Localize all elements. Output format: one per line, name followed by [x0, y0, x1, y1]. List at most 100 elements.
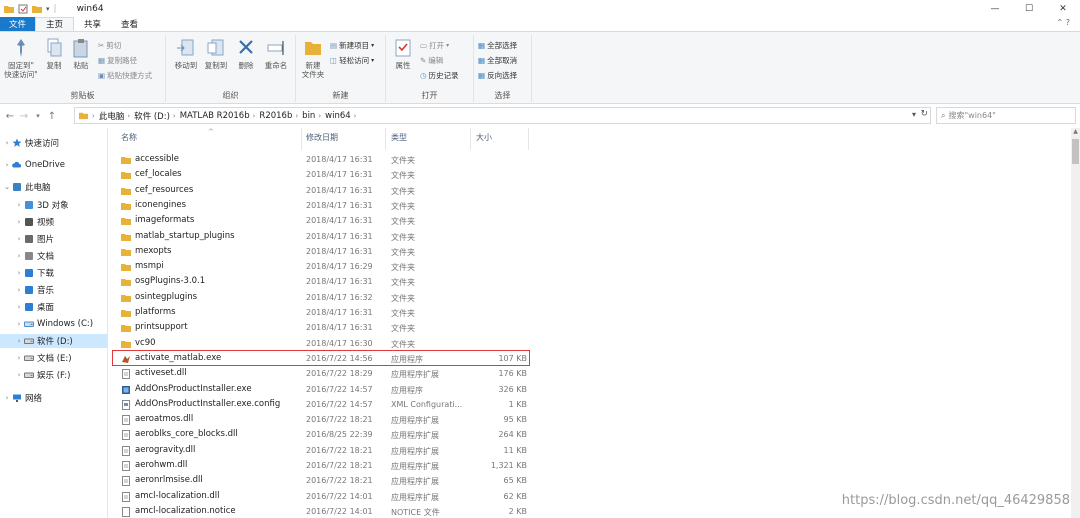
select-all-button[interactable]: ▦ 全部选择	[478, 40, 517, 51]
file-row[interactable]: AddOnsProductInstaller.exe.config 2016/7/…	[119, 398, 539, 412]
edit-button[interactable]: ✎ 编辑	[420, 55, 443, 66]
ribbon-collapse-icon[interactable]: ⌃ ?	[1057, 18, 1071, 27]
file-row[interactable]: osgPlugins-3.0.1 2018/4/17 16:31 文件夹	[119, 275, 539, 289]
nav-item[interactable]: › 下载	[0, 266, 54, 280]
breadcrumb-drive-d[interactable]: 软件 (D:)	[134, 110, 170, 122]
file-row[interactable]: vc90 2018/4/17 16:30 文件夹	[119, 337, 539, 351]
chevron-right-icon[interactable]: ›	[14, 371, 24, 379]
vertical-scrollbar[interactable]: ▲	[1071, 128, 1080, 518]
file-row[interactable]: msmpi 2018/4/17 16:29 文件夹	[119, 260, 539, 274]
nav-item[interactable]: › 软件 (D:)	[0, 334, 107, 348]
chevron-right-icon[interactable]: ›	[14, 286, 24, 294]
file-row[interactable]: aeronrlmsise.dll 2016/7/22 18:21 应用程序扩展 65 …	[119, 474, 539, 488]
new-folder-button[interactable]: 新建 文件夹	[298, 37, 328, 79]
nav-item[interactable]: › 音乐	[0, 283, 54, 297]
chevron-right-icon[interactable]: ›	[14, 235, 24, 243]
column-divider[interactable]	[470, 128, 471, 150]
file-row[interactable]: cef_resources 2018/4/17 16:31 文件夹	[119, 184, 539, 198]
file-row[interactable]: amcl-localization.notice 2016/7/22 14:01 N…	[119, 505, 539, 518]
cut-button[interactable]: ✂ 剪切	[98, 40, 121, 51]
select-none-button[interactable]: ▦ 全部取消	[478, 55, 517, 66]
file-row[interactable]: imageformats 2018/4/17 16:31 文件夹	[119, 214, 539, 228]
scrollbar-thumb[interactable]	[1072, 139, 1079, 164]
chevron-down-icon[interactable]: ⌄	[2, 183, 12, 191]
chevron-right-icon[interactable]: ›	[14, 303, 24, 311]
breadcrumb-matlab[interactable]: MATLAB R2016b	[180, 111, 250, 121]
minimize-button[interactable]: —	[978, 0, 1012, 17]
chevron-right-icon[interactable]: ›	[14, 252, 24, 260]
up-arrow-icon[interactable]: ↑	[45, 111, 59, 122]
easy-access-button[interactable]: ◫ 轻松访问 ▾	[330, 55, 374, 66]
forward-arrow-icon[interactable]: →	[17, 111, 31, 122]
recent-chevron-icon[interactable]: ▾	[31, 112, 45, 120]
column-header-name[interactable]: 名称	[121, 132, 137, 143]
tab-home[interactable]: 主页	[35, 17, 75, 31]
breadcrumb-r2016b[interactable]: R2016b	[259, 111, 292, 121]
new-folder-icon[interactable]	[32, 4, 42, 14]
chevron-right-icon[interactable]: ›	[2, 139, 12, 147]
column-divider[interactable]	[528, 128, 529, 150]
nav-item[interactable]: › 文档 (E:)	[0, 351, 72, 365]
maximize-button[interactable]: ☐	[1012, 0, 1046, 17]
file-row[interactable]: aeroatmos.dll 2016/7/22 18:21 应用程序扩展 95 KB	[119, 413, 539, 427]
new-item-button[interactable]: ▤ 新建项目 ▾	[330, 40, 374, 51]
nav-item[interactable]: › 快速访问	[0, 136, 59, 150]
chevron-right-icon[interactable]: ›	[14, 201, 24, 209]
file-row[interactable]: osintegplugins 2018/4/17 16:32 文件夹	[119, 291, 539, 305]
column-header-date[interactable]: 修改日期	[306, 132, 338, 143]
file-row[interactable]: platforms 2018/4/17 16:31 文件夹	[119, 306, 539, 320]
paste-shortcut-button[interactable]: ▣ 粘贴快捷方式	[98, 70, 152, 81]
properties-icon[interactable]	[18, 4, 28, 14]
chevron-right-icon[interactable]: ›	[14, 218, 24, 226]
address-bar[interactable]: › 此电脑 › 软件 (D:) › MATLAB R2016b › R2016b…	[74, 107, 931, 124]
nav-item[interactable]: › 视频	[0, 215, 54, 229]
paste-button[interactable]: 粘贴	[68, 37, 94, 70]
column-divider[interactable]	[301, 128, 302, 150]
history-button[interactable]: ◷ 历史记录	[420, 70, 459, 81]
chevron-right-icon[interactable]: ›	[2, 161, 12, 169]
open-button[interactable]: ▭ 打开 ▾	[420, 40, 449, 51]
properties-button[interactable]: 属性	[390, 37, 416, 70]
chevron-right-icon[interactable]: ›	[14, 320, 24, 328]
file-row[interactable]: aerohwm.dll 2016/7/22 18:21 应用程序扩展 1,321 KB	[119, 459, 539, 473]
rename-button[interactable]: 重命名	[262, 37, 290, 70]
breadcrumb-win64[interactable]: win64	[325, 111, 351, 121]
tab-view[interactable]: 查看	[111, 17, 148, 31]
file-row[interactable]: aerogravity.dll 2016/7/22 18:21 应用程序扩展 11 K…	[119, 444, 539, 458]
breadcrumb-bin[interactable]: bin	[302, 111, 315, 121]
chevron-right-icon[interactable]: ›	[14, 337, 24, 345]
move-to-button[interactable]: 移动到	[172, 37, 200, 70]
copy-to-button[interactable]: 复制到	[202, 37, 230, 70]
file-row[interactable]: iconengines 2018/4/17 16:31 文件夹	[119, 199, 539, 213]
column-header-size[interactable]: 大小	[476, 132, 492, 143]
nav-item[interactable]: › 娱乐 (F:)	[0, 368, 71, 382]
nav-item[interactable]: › 文档	[0, 249, 54, 263]
nav-item[interactable]: › 网络	[0, 391, 42, 405]
file-row[interactable]: cef_locales 2018/4/17 16:31 文件夹	[119, 168, 539, 182]
invert-selection-button[interactable]: ▦ 反向选择	[478, 70, 517, 81]
tab-file[interactable]: 文件	[0, 17, 36, 31]
tab-share[interactable]: 共享	[74, 17, 111, 31]
nav-item[interactable]: › Windows (C:)	[0, 317, 93, 331]
nav-item[interactable]: › 图片	[0, 232, 54, 246]
breadcrumb-this-pc[interactable]: 此电脑	[99, 110, 125, 122]
copy-path-button[interactable]: ▦ 复制路径	[98, 55, 137, 66]
file-row[interactable]: accessible 2018/4/17 16:31 文件夹	[119, 153, 539, 167]
file-row[interactable]: aeroblks_core_blocks.dll 2016/8/25 22:39 应…	[119, 428, 539, 442]
file-row[interactable]: mexopts 2018/4/17 16:31 文件夹	[119, 245, 539, 259]
file-row[interactable]: printsupport 2018/4/17 16:31 文件夹	[119, 321, 539, 335]
nav-item[interactable]: ⌄ 此电脑	[0, 180, 51, 194]
delete-button[interactable]: 删除	[234, 37, 258, 70]
search-box[interactable]: ⌕ 搜索"win64"	[936, 107, 1076, 124]
file-row[interactable]: activeset.dll 2016/7/22 18:29 应用程序扩展 176 KB	[119, 367, 539, 381]
file-row[interactable]: matlab_startup_plugins 2018/4/17 16:31 文件夹	[119, 230, 539, 244]
nav-item[interactable]: › OneDrive	[0, 158, 65, 172]
chevron-right-icon[interactable]: ›	[14, 269, 24, 277]
close-button[interactable]: ✕	[1046, 0, 1080, 17]
nav-item[interactable]: › 桌面	[0, 300, 54, 314]
refresh-icon[interactable]: ↻	[920, 109, 928, 119]
file-row[interactable]: AddOnsProductInstaller.exe 2016/7/22 14:5…	[119, 383, 539, 397]
copy-button[interactable]: 复制	[42, 37, 66, 70]
file-row[interactable]: amcl-localization.dll 2016/7/22 14:01 应用程序…	[119, 490, 539, 504]
chevron-right-icon[interactable]: ›	[14, 354, 24, 362]
